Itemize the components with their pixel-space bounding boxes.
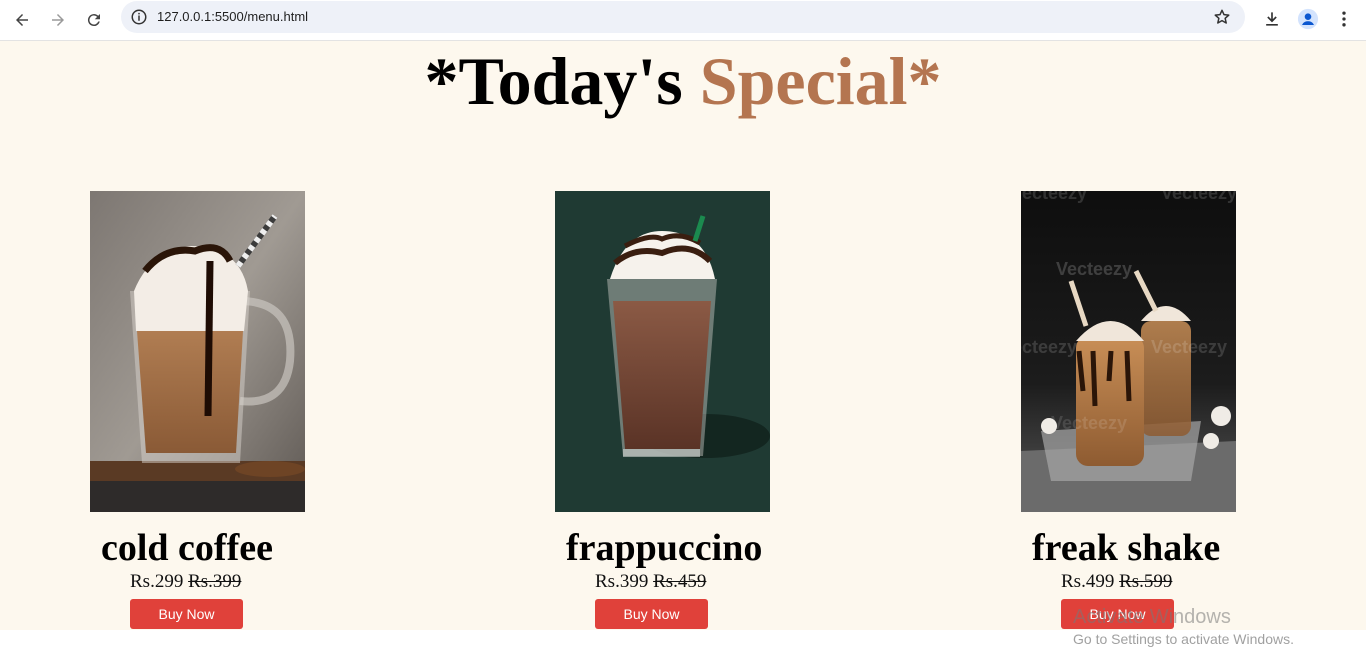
activate-windows-subtitle: Go to Settings to activate Windows. <box>1073 631 1294 647</box>
back-arrow-icon[interactable] <box>9 7 35 33</box>
cold-coffee-image <box>90 191 305 512</box>
vecteezy-watermark-5: Vecteezy <box>1161 191 1236 203</box>
vecteezy-watermark-4: Vecteezy <box>1021 191 1087 203</box>
activate-windows-title: Activate Windows <box>1073 606 1231 628</box>
page-title: *Today's Special* <box>0 43 1366 119</box>
reload-icon[interactable] <box>81 7 107 33</box>
item-name: freak shake <box>1032 527 1221 569</box>
current-price: Rs.299 <box>130 571 184 592</box>
item-name: cold coffee <box>101 527 273 569</box>
item-price: Rs.499 Rs.599 <box>1061 571 1172 593</box>
profile-icon[interactable] <box>1296 7 1320 31</box>
freak-shake-image: Vecteezy Vecteezy Vecteezy Vecteezy Vect… <box>1021 191 1236 512</box>
url-text[interactable]: 127.0.0.1:5500/menu.html <box>157 9 308 24</box>
menu-page: *Today's Special* cold coffee Rs.299 Rs.… <box>0 41 1366 630</box>
vecteezy-watermark-2: Vecteezy <box>1021 337 1077 357</box>
title-accent: Special* <box>699 43 942 119</box>
address-bar[interactable]: 127.0.0.1:5500/menu.html <box>121 1 1245 33</box>
buy-now-button[interactable]: Buy Now <box>595 599 708 629</box>
forward-arrow-icon[interactable] <box>45 7 71 33</box>
site-info-icon[interactable] <box>130 8 148 26</box>
frappuccino-image <box>555 191 770 512</box>
buy-now-button[interactable]: Buy Now <box>130 599 243 629</box>
item-name: frappuccino <box>566 527 763 569</box>
vecteezy-watermark-6: Vecteezy <box>1051 413 1127 433</box>
title-prefix: *Today's <box>424 43 700 119</box>
product-card-frappuccino: frappuccino Rs.399 Rs.459 Buy Now <box>555 191 770 629</box>
old-price: Rs.399 <box>188 571 242 592</box>
download-icon[interactable] <box>1260 7 1284 31</box>
product-card-freak-shake: Vecteezy Vecteezy Vecteezy Vecteezy Vect… <box>1021 191 1236 629</box>
bookmark-star-icon[interactable] <box>1213 8 1231 26</box>
item-price: Rs.299 Rs.399 <box>130 571 241 593</box>
vecteezy-watermark-1: Vecteezy <box>1056 259 1132 279</box>
old-price: Rs.599 <box>1119 571 1173 592</box>
browser-toolbar: 127.0.0.1:5500/menu.html <box>0 0 1366 41</box>
current-price: Rs.499 <box>1061 571 1115 592</box>
more-menu-icon[interactable] <box>1332 7 1356 31</box>
vecteezy-watermark-3: Vecteezy <box>1151 337 1227 357</box>
old-price: Rs.459 <box>653 571 707 592</box>
product-card-cold-coffee: cold coffee Rs.299 Rs.399 Buy Now <box>90 191 305 629</box>
item-price: Rs.399 Rs.459 <box>595 571 706 593</box>
current-price: Rs.399 <box>595 571 649 592</box>
